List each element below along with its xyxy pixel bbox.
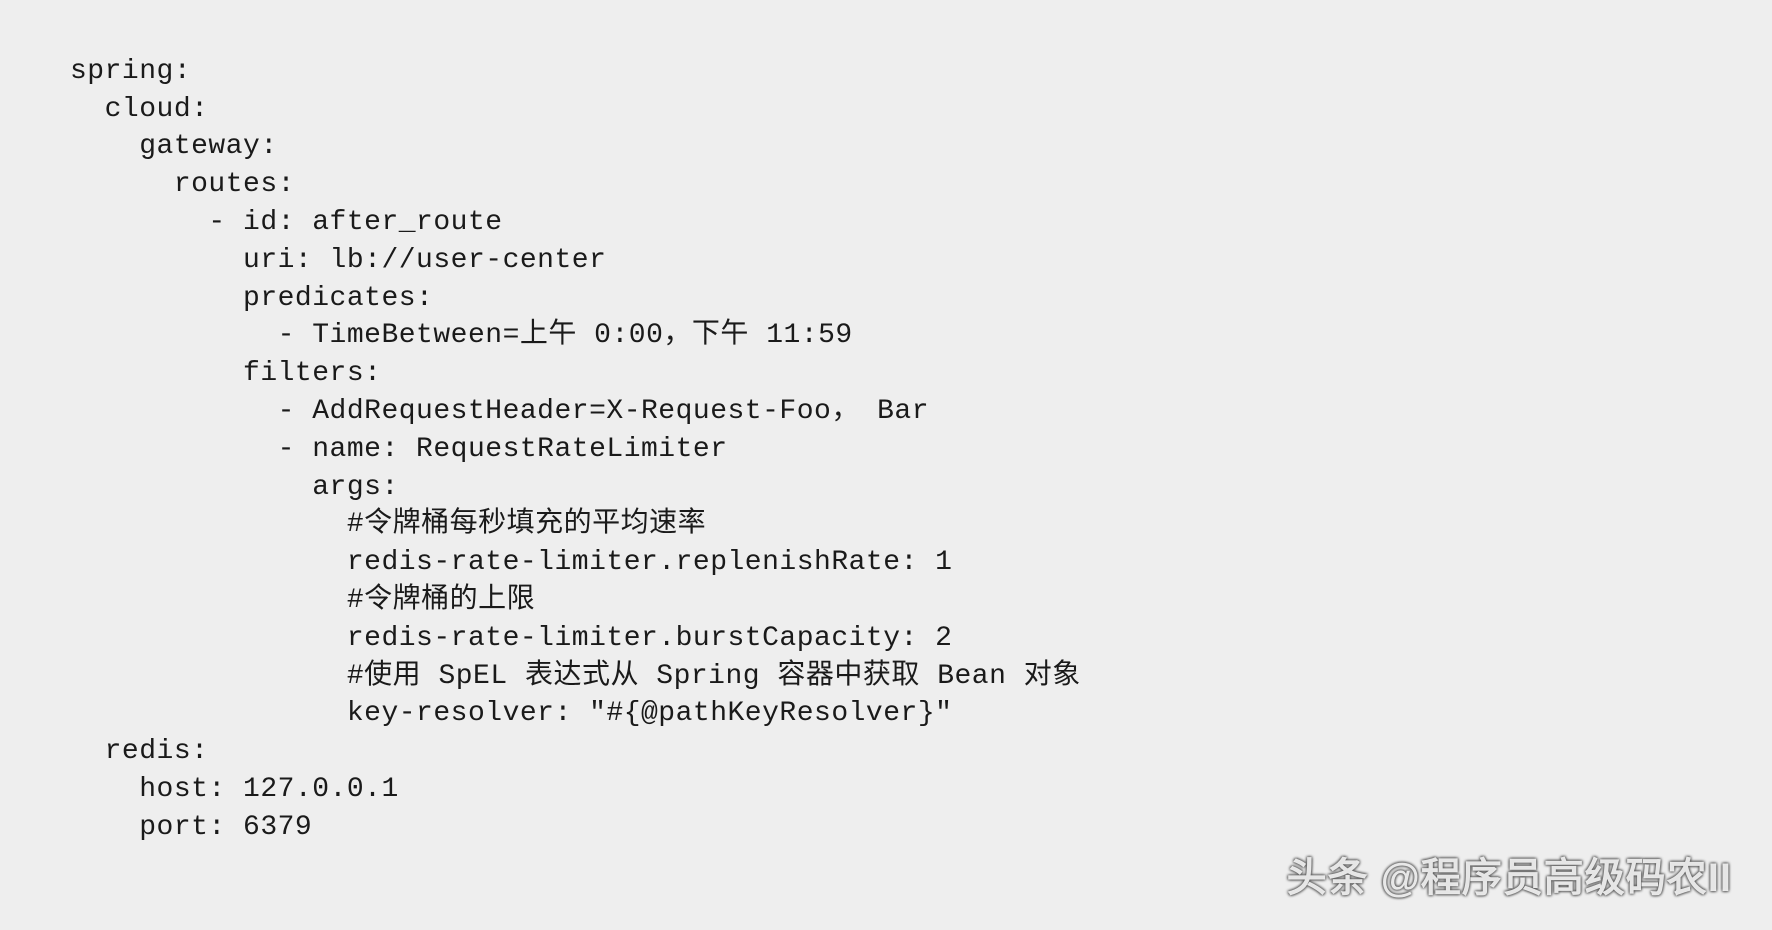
code-line: host: 127.0.0.1 xyxy=(70,774,399,805)
code-line: spring: xyxy=(70,56,191,87)
code-line: routes: xyxy=(70,169,295,200)
code-line: - id: after_route xyxy=(70,207,503,238)
code-line: port: 6379 xyxy=(70,812,312,843)
code-line: redis: xyxy=(70,736,208,767)
code-line: filters: xyxy=(70,358,381,389)
code-line: cloud: xyxy=(70,94,208,125)
code-line: key-resolver: "#{@pathKeyResolver}" xyxy=(70,698,952,729)
code-line: redis-rate-limiter.replenishRate: 1 xyxy=(70,547,952,578)
code-line: - name: RequestRateLimiter xyxy=(70,434,728,465)
code-line: gateway: xyxy=(70,131,278,162)
watermark-text: 头条 @程序员高级码农II xyxy=(1287,851,1732,905)
code-line: predicates: xyxy=(70,283,433,314)
yaml-code-block: spring: cloud: gateway: routes: - id: af… xyxy=(70,15,1772,847)
code-line: #使用 SpEL 表达式从 Spring 容器中获取 Bean 对象 xyxy=(70,661,1081,692)
code-line: #令牌桶每秒填充的平均速率 xyxy=(70,509,706,540)
code-line: args: xyxy=(70,472,399,503)
code-line: - TimeBetween=上午 0:00，下午 11:59 xyxy=(70,320,853,351)
code-line: redis-rate-limiter.burstCapacity: 2 xyxy=(70,623,952,654)
code-line: #令牌桶的上限 xyxy=(70,585,535,616)
code-line: uri: lb://user-center xyxy=(70,245,606,276)
code-line: - AddRequestHeader=X-Request-Foo， Bar xyxy=(70,396,929,427)
